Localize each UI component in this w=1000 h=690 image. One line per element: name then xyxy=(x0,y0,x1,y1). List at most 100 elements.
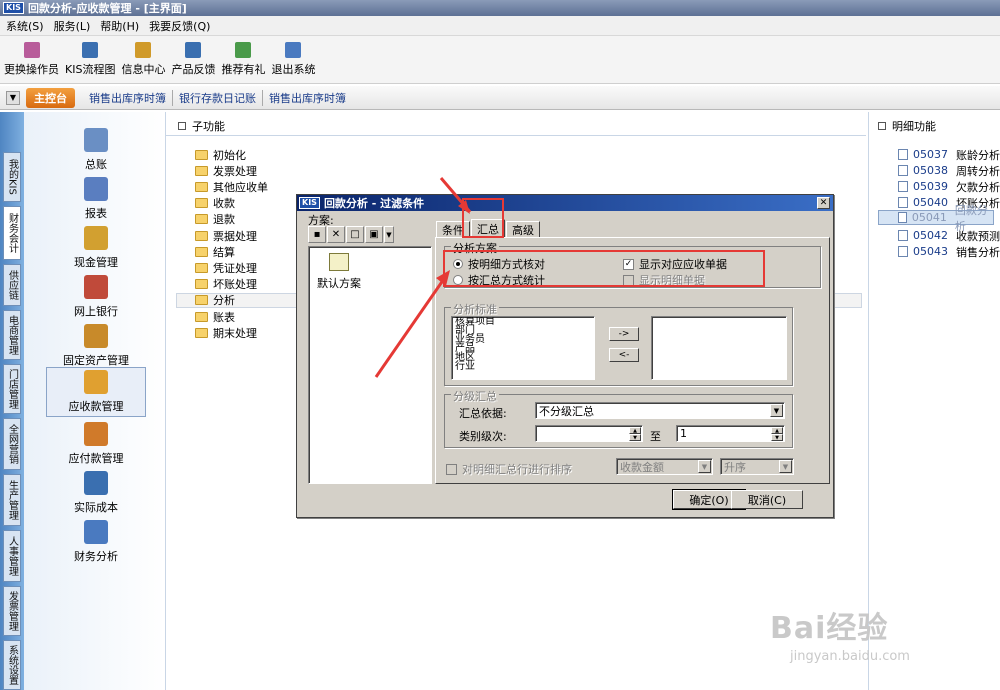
vtab-ecommerce[interactable]: 电商管理 xyxy=(3,310,21,360)
selected-standards-list[interactable] xyxy=(651,316,787,380)
module-actual-cost[interactable]: 实际成本 xyxy=(46,469,146,517)
new-plan-icon[interactable]: □ xyxy=(346,226,364,243)
payable-icon xyxy=(84,422,108,446)
summary-basis-select[interactable]: 不分级汇总 ▼ xyxy=(535,402,785,419)
annotation-box-options xyxy=(443,250,765,287)
vtab-hr[interactable]: 人事管理 xyxy=(3,530,21,582)
vtab-production[interactable]: 生产管理 xyxy=(3,474,21,526)
gift-icon xyxy=(235,42,252,58)
plan-list: 默认方案 xyxy=(308,246,432,484)
level-to-input[interactable]: 1 ▲ ▼ xyxy=(676,425,785,442)
move-left-button[interactable]: <- xyxy=(609,348,639,362)
close-icon[interactable]: ✕ xyxy=(817,197,830,209)
module-cash[interactable]: 现金管理 xyxy=(46,224,146,272)
document-tab-strip: ▼ 主控台 销售出库序时簿 银行存款日记账 销售出库序时簿 xyxy=(0,86,1000,110)
kis-logo: KIS xyxy=(3,2,24,14)
folder-icon xyxy=(195,312,208,322)
recommend-gift-button[interactable]: 推荐有礼 xyxy=(221,42,265,77)
plan-toolbar: ▪ ✕ □ ▣ ▼ xyxy=(308,226,395,244)
detail-item-turnover[interactable]: 05038 周转分析 xyxy=(898,163,1000,178)
change-operator-button[interactable]: 更换操作员 xyxy=(4,42,59,77)
copy-plan-icon[interactable]: ▣ xyxy=(365,226,383,243)
window-title: 回款分析-应收款管理 - [主界面] xyxy=(27,2,187,15)
folder-voucher[interactable]: 凭证处理 xyxy=(195,260,257,276)
chevron-down-icon[interactable]: ▼ xyxy=(779,460,792,473)
menu-system[interactable]: 系统(S) xyxy=(6,18,44,34)
info-center-button[interactable]: 信息中心 xyxy=(121,42,165,77)
chevron-down-icon[interactable]: ▼ xyxy=(6,90,20,105)
report-icon xyxy=(84,177,108,201)
folder-other-receivable[interactable]: 其他应收单 xyxy=(195,179,268,195)
sort-field-select[interactable]: 收款金额 ▼ xyxy=(616,458,713,475)
exit-system-button[interactable]: 退出系统 xyxy=(271,42,315,77)
chevron-down-icon[interactable]: ▼ xyxy=(770,404,783,417)
kis-flowchart-button[interactable]: KIS流程图 xyxy=(65,42,115,77)
chevron-down-icon[interactable]: ▼ xyxy=(698,460,711,473)
module-online-bank[interactable]: 网上银行 xyxy=(46,273,146,321)
module-financial-analysis[interactable]: 财务分析 xyxy=(46,518,146,566)
cash-icon xyxy=(84,226,108,250)
menu-help[interactable]: 帮助(H) xyxy=(100,18,139,34)
plan-item-default[interactable]: 默认方案 xyxy=(317,253,361,291)
tab-sales-outbound-2[interactable]: 销售出库序时簿 xyxy=(263,90,352,106)
module-reports[interactable]: 报表 xyxy=(46,175,146,223)
receivable-icon xyxy=(84,370,108,394)
detail-item-arrears[interactable]: 05039 欠款分析 xyxy=(898,179,1000,194)
folder-icon xyxy=(195,279,208,289)
folder-icon xyxy=(195,150,208,160)
folder-account-tables[interactable]: 账表 xyxy=(195,309,235,325)
save-icon[interactable]: ▪ xyxy=(308,226,326,243)
detail-item-forecast[interactable]: 05042 收款预测 xyxy=(898,228,1000,243)
folder-invoice[interactable]: 发票处理 xyxy=(195,163,257,179)
vtab-finance[interactable]: 财务会计 xyxy=(3,206,21,260)
dialog-title-bar: KIS 回款分析 - 过滤条件 xyxy=(297,195,833,211)
available-standards-list[interactable]: 核算项目 部门 业务员 产品 地区 行业 xyxy=(451,316,595,380)
folder-bad-debt[interactable]: 坏账处理 xyxy=(195,276,257,292)
folder-settlement[interactable]: 结算 xyxy=(195,244,235,260)
folder-init[interactable]: 初始化 xyxy=(195,147,246,163)
folder-receipts[interactable]: 收款 xyxy=(195,195,235,211)
module-payables[interactable]: 应付款管理 xyxy=(46,420,146,468)
feedback-icon xyxy=(185,42,202,58)
menu-service[interactable]: 服务(L) xyxy=(54,18,91,34)
vtab-store[interactable]: 门店管理 xyxy=(3,364,21,414)
document-icon xyxy=(898,197,908,208)
document-icon xyxy=(898,230,908,241)
move-right-button[interactable]: -> xyxy=(609,327,639,341)
ledger-icon xyxy=(84,128,108,152)
product-feedback-button[interactable]: 产品反馈 xyxy=(171,42,215,77)
vtab-settings[interactable]: 系统设置 xyxy=(3,640,21,690)
detail-item-aging[interactable]: 05037 账龄分析 xyxy=(898,147,1000,162)
detail-item-collection[interactable]: 05041 回款分析 xyxy=(878,204,994,233)
module-receivables[interactable]: 应收款管理 xyxy=(46,367,146,417)
tab-sales-outbound-1[interactable]: 销售出库序时簿 xyxy=(83,89,173,106)
spin-down-icon[interactable]: ▼ xyxy=(629,434,641,441)
folder-refunds[interactable]: 退款 xyxy=(195,211,235,227)
tab-advanced[interactable]: 高级 xyxy=(506,221,540,237)
module-fixed-assets[interactable]: 固定资产管理 xyxy=(46,322,146,370)
module-general-ledger[interactable]: 总账 xyxy=(46,126,146,174)
folder-analysis[interactable]: 分析 xyxy=(195,292,235,308)
detail-item-sales[interactable]: 05043 销售分析 xyxy=(898,244,1000,259)
analysis-standard-group: 分析标准 核算项目 部门 业务员 产品 地区 行业 -> <- xyxy=(444,301,793,386)
checkbox-sort-detail[interactable]: 对明细汇总行进行排序 xyxy=(446,461,572,477)
level-from-input[interactable]: ▲ ▼ xyxy=(535,425,643,442)
tab-bank-deposit-journal[interactable]: 银行存款日记账 xyxy=(173,89,263,106)
vtab-marketing[interactable]: 全网营销 xyxy=(3,418,21,470)
chevron-down-icon[interactable]: ▼ xyxy=(384,226,394,243)
spin-down-icon[interactable]: ▼ xyxy=(771,434,783,441)
folder-period-end[interactable]: 期末处理 xyxy=(195,325,257,341)
folder-bills[interactable]: 票据处理 xyxy=(195,228,257,244)
delete-icon[interactable]: ✕ xyxy=(327,226,345,243)
spin-up-icon[interactable]: ▲ xyxy=(629,427,641,434)
vtab-invoice[interactable]: 发票管理 xyxy=(3,586,21,636)
subfunction-header: 子功能 xyxy=(166,116,866,136)
spin-up-icon[interactable]: ▲ xyxy=(771,427,783,434)
menu-feedback[interactable]: 我要反馈(Q) xyxy=(149,18,210,34)
sort-order-select[interactable]: 升序 ▼ xyxy=(720,458,794,475)
folder-icon xyxy=(195,247,208,257)
vtab-supply-chain[interactable]: 供应链 xyxy=(3,264,21,306)
cancel-button[interactable]: 取消(C) xyxy=(731,490,803,509)
tab-main-console[interactable]: 主控台 xyxy=(26,87,75,108)
vtab-my-kis[interactable]: 我的KIS xyxy=(3,152,21,202)
